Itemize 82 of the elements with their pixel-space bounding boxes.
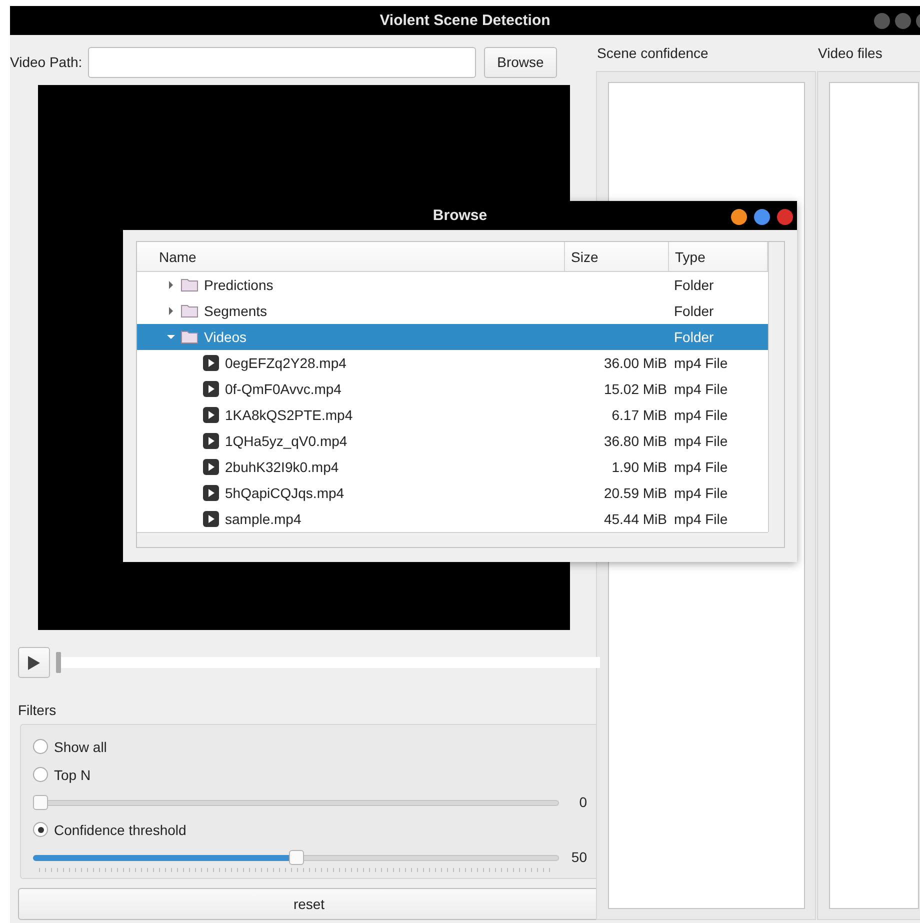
file-type: mp4 File [673,433,729,449]
window-control-icon[interactable] [874,13,890,29]
video-files-label: Video files [817,45,884,63]
option-label: Show all [54,738,107,754]
expand-arrow-icon[interactable] [167,307,175,315]
scene-confidence-label: Scene confidence [596,45,710,63]
play-button[interactable] [18,647,50,678]
tree-row[interactable]: Segments Folder [137,298,768,324]
video-file-icon [203,485,219,501]
column-header[interactable]: Size [565,242,669,271]
expand-arrow-icon[interactable] [167,281,175,289]
window-control-icon[interactable] [895,13,911,29]
file-type: mp4 File [673,459,729,475]
slider-value: 50 [570,849,587,865]
maximize-icon[interactable] [754,209,770,225]
file-size: 36.00 MiB [602,355,668,371]
folder-icon [181,330,198,344]
tree-row[interactable]: Videos Folder [137,324,768,350]
file-type: Folder [673,303,715,319]
tree-row[interactable]: 5hQapiCQJqs.mp4 20.59 MiB mp4 File [137,480,768,506]
seek-slider[interactable] [56,652,600,673]
vertical-scrollbar[interactable] [768,242,784,532]
file-name: 0f-QmF0Avvc.mp4 [225,381,342,397]
file-type: mp4 File [673,511,729,527]
minimize-icon[interactable] [731,209,747,225]
seek-handle[interactable] [56,652,61,673]
file-name: 5hQapiCQJqs.mp4 [225,485,344,501]
file-type: Folder [673,329,715,345]
slider-thumb[interactable] [33,794,48,810]
file-type: mp4 File [673,381,729,397]
file-name: 1QHa5yz_qV0.mp4 [225,433,348,449]
video-path-label: Video Path: [10,54,82,70]
file-name: Videos [204,329,247,345]
video-file-icon [203,381,219,397]
slider-thumb[interactable] [288,850,304,864]
video-file-icon [203,459,219,475]
file-name: 2buhK32I9k0.mp4 [225,459,339,475]
tree-row[interactable]: 1KA8kQS2PTE.mp4 6.17 MiB mp4 File [137,402,768,428]
option-label: Confidence threshold [54,822,186,838]
column-header[interactable]: Name [137,242,565,271]
tree-row[interactable]: 2buhK32I9k0.mp4 1.90 MiB mp4 File [137,454,768,480]
tree-row[interactable]: sample.mp4 45.44 MiB mp4 File [137,506,768,532]
file-size: 36.80 MiB [602,433,668,449]
folder-icon [181,304,198,318]
tree-row[interactable]: 0f-QmF0Avvc.mp4 15.02 MiB mp4 File [137,376,768,402]
tree-row[interactable]: 1QHa5yz_qV0.mp4 36.80 MiB mp4 File [137,428,768,454]
file-name: Predictions [204,277,274,293]
file-type: mp4 File [673,485,729,501]
slider-value: 0 [578,794,587,810]
close-icon[interactable] [777,209,793,225]
video-file-icon [203,433,219,449]
horizontal-scrollbar[interactable] [137,532,768,547]
tree-row[interactable]: Predictions Folder [137,272,768,298]
video-path-field[interactable] [88,46,476,78]
play-icon [28,656,40,670]
file-size: 20.59 MiB [602,485,668,501]
radio-button[interactable] [33,767,48,782]
video-file-icon [203,355,219,371]
file-size: 15.02 MiB [602,381,668,397]
tree-row[interactable]: 0egEFZq2Y28.mp4 36.00 MiB mp4 File [137,350,768,376]
video-file-icon [203,511,219,527]
radio-button[interactable] [33,739,48,754]
dialog-title: Browse [432,207,488,224]
video-file-icon [203,407,219,423]
file-size: 45.44 MiB [602,511,668,527]
folder-icon [181,278,198,292]
slider-track[interactable] [33,794,559,810]
file-size: 1.90 MiB [610,459,668,475]
file-type: Folder [673,277,715,293]
filters-heading: Filters [18,702,58,718]
window-title: Violent Scene Detection [380,12,550,29]
browse-button[interactable]: Browse [484,46,557,78]
option-label: Top N [54,766,91,782]
collapse-arrow-icon[interactable] [167,333,175,341]
radio-button[interactable] [33,822,48,837]
file-name: 0egEFZq2Y28.mp4 [225,355,346,371]
file-type: mp4 File [673,407,729,423]
file-size: 6.17 MiB [610,407,668,423]
file-name: 1KA8kQS2PTE.mp4 [225,407,353,423]
file-name: Segments [204,303,268,319]
file-type: mp4 File [673,355,729,371]
file-name: sample.mp4 [225,511,302,527]
